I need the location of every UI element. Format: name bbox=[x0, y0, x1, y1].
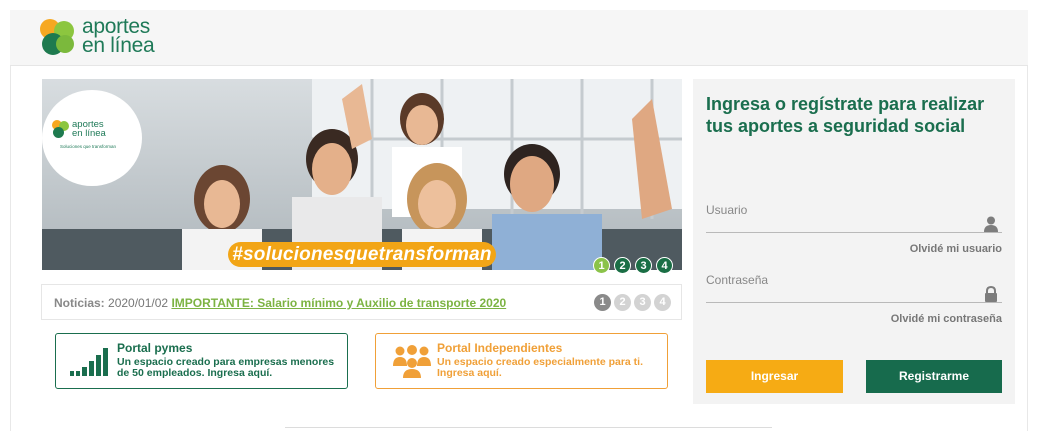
signal-bars-icon bbox=[70, 348, 108, 376]
username-field[interactable]: Usuario bbox=[706, 203, 1002, 233]
news-date: 2020/01/02 bbox=[108, 296, 169, 310]
portal-independientes-description: Un espacio creado especialmente para ti.… bbox=[437, 356, 644, 379]
user-icon bbox=[984, 216, 998, 232]
footer-divider bbox=[285, 427, 772, 428]
portal-pymes-card[interactable]: Portal pymes Un espacio creado para empr… bbox=[55, 333, 348, 389]
badge-text-line2: en línea bbox=[72, 128, 106, 139]
register-button[interactable]: Registrarme bbox=[866, 360, 1002, 393]
site-header: aportes en línea bbox=[10, 10, 1028, 66]
forgot-password-link[interactable]: Olvidé mi contraseña bbox=[891, 313, 1002, 325]
news-page-3[interactable]: 3 bbox=[634, 294, 651, 311]
news-page-1[interactable]: 1 bbox=[594, 294, 611, 311]
page: aportes en línea aportes en línea Soluci… bbox=[0, 0, 1038, 431]
banner-hashtag: #solucionesquetransforman bbox=[228, 242, 496, 267]
logo-wordmark: aportes en línea bbox=[82, 16, 155, 57]
username-input[interactable] bbox=[706, 217, 976, 233]
slide-indicator-4[interactable]: 4 bbox=[656, 257, 673, 274]
banner-slide-indicators: 1 2 3 4 bbox=[593, 257, 673, 274]
logo-text-line2: en línea bbox=[82, 34, 155, 57]
badge-logo-circles-icon bbox=[52, 120, 72, 140]
password-field[interactable]: Contraseña bbox=[706, 273, 1002, 303]
login-panel: Ingresa o regístrate para realizar tus a… bbox=[693, 79, 1015, 404]
news-pager: 1 2 3 4 bbox=[594, 294, 671, 311]
lock-icon bbox=[985, 286, 997, 302]
site-logo[interactable]: aportes en línea bbox=[40, 16, 180, 61]
news-text: Noticias: 2020/01/02 IMPORTANTE: Salario… bbox=[54, 296, 506, 310]
news-ticker: Noticias: 2020/01/02 IMPORTANTE: Salario… bbox=[41, 284, 682, 320]
forgot-username-link[interactable]: Olvidé mi usuario bbox=[910, 243, 1002, 255]
people-group-icon bbox=[393, 345, 431, 378]
slide-indicator-3[interactable]: 3 bbox=[635, 257, 652, 274]
login-button[interactable]: Ingresar bbox=[706, 360, 843, 393]
badge-tagline: Soluciones que transforman bbox=[60, 144, 117, 149]
slide-indicator-1[interactable]: 1 bbox=[593, 257, 610, 274]
news-link[interactable]: IMPORTANTE: Salario mínimo y Auxilio de … bbox=[171, 296, 506, 310]
logo-circles-icon bbox=[40, 19, 78, 57]
password-input[interactable] bbox=[706, 287, 976, 303]
portal-independientes-title: Portal Independientes bbox=[437, 341, 563, 355]
portal-independientes-card[interactable]: Portal Independientes Un espacio creado … bbox=[375, 333, 668, 389]
login-title: Ingresa o regístrate para realizar tus a… bbox=[706, 94, 985, 136]
news-label: Noticias: bbox=[54, 296, 105, 310]
portal-pymes-title: Portal pymes bbox=[117, 341, 193, 355]
password-label: Contraseña bbox=[706, 273, 769, 287]
slide-indicator-2[interactable]: 2 bbox=[614, 257, 631, 274]
badge-wordmark: aportes en línea bbox=[72, 120, 106, 139]
news-page-2[interactable]: 2 bbox=[614, 294, 631, 311]
banner-badge-logo: aportes en línea Soluciones que transfor… bbox=[28, 84, 150, 186]
username-label: Usuario bbox=[706, 203, 748, 217]
news-page-4[interactable]: 4 bbox=[654, 294, 671, 311]
portal-pymes-description: Un espacio creado para empresas menores … bbox=[117, 356, 335, 379]
